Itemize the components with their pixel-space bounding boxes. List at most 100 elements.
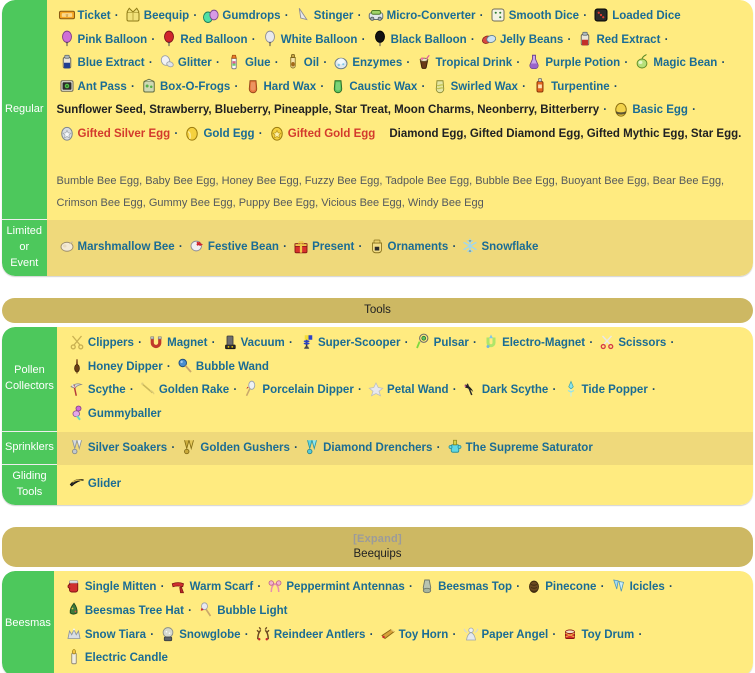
item-link[interactable]: Ant Pass [78, 81, 127, 93]
item-link[interactable]: Clippers [88, 337, 134, 349]
item-link[interactable]: Toy Drum [581, 629, 634, 641]
item-link[interactable]: Red Balloon [180, 34, 247, 46]
item-link[interactable]: Gummyballer [88, 408, 162, 420]
separator-dot: · [230, 384, 241, 397]
item-link[interactable]: Beesmas Tree Hat [85, 605, 184, 617]
item-link[interactable]: Magic Bean [653, 57, 717, 69]
navbox-tools: Tools Pollen Collectors Clippers · Magnet … [2, 297, 753, 506]
item-link[interactable]: Glitter [178, 57, 212, 69]
item-link[interactable]: Golden Gushers [200, 442, 289, 454]
item-entry: Warm Scarf [169, 581, 254, 594]
item-link[interactable]: Micro-Converter [387, 10, 476, 22]
item-link[interactable]: Stinger [314, 10, 354, 22]
item-link[interactable]: Vacuum [241, 337, 285, 349]
item-entry: Marshmallow Bee [57, 241, 175, 253]
item-link[interactable]: Beesmas Top [438, 581, 512, 593]
expand-toggle[interactable]: [Expand] [10, 532, 745, 547]
item-link[interactable]: Diamond Drenchers [323, 442, 432, 454]
item-link[interactable]: Marshmallow Bee [78, 241, 175, 253]
item-entry: Purple Potion [524, 54, 620, 70]
item-link[interactable]: Warm Scarf [190, 581, 254, 593]
item-link[interactable]: The Supreme Saturator [466, 442, 593, 454]
item-link[interactable]: Ticket [78, 10, 111, 22]
item-link[interactable]: Turpentine [551, 81, 610, 93]
item-link[interactable]: Present [312, 241, 354, 253]
separator-dot: · [467, 33, 478, 46]
item-link[interactable]: Electro-Magnet [502, 337, 585, 349]
item-entry: Caustic Wax [328, 79, 417, 93]
item-link[interactable]: Tide Popper [582, 384, 648, 396]
item-link[interactable]: Super-Scooper [318, 337, 400, 349]
item-link[interactable]: Porcelain Dipper [262, 384, 353, 396]
item-link[interactable]: Honey Dipper [88, 361, 163, 373]
item-link[interactable]: Basic Egg [632, 104, 688, 116]
item-entry: Glider [67, 478, 121, 490]
item-link[interactable]: Bubble Wand [196, 361, 269, 373]
item-link[interactable]: Caustic Wax [349, 81, 417, 93]
item-line: Snow Tiara · Snowglobe · Reindeer Antler… [64, 624, 746, 671]
item-entry: U Ticket [57, 10, 111, 22]
item-link[interactable]: Gold Egg [203, 128, 254, 140]
item-link[interactable]: Snow Tiara [85, 629, 146, 641]
item-link[interactable]: Pinecone [545, 581, 596, 593]
dark-scythe-icon [462, 380, 480, 398]
item-link[interactable]: Peppermint Antennas [286, 581, 404, 593]
item-link[interactable]: Gumdrops [222, 10, 280, 22]
item-link[interactable]: Single Mitten [85, 581, 157, 593]
item-link[interactable]: Golden Rake [159, 384, 229, 396]
item-link[interactable]: Beequip [144, 10, 189, 22]
item-link[interactable]: Black Balloon [391, 34, 467, 46]
item-link[interactable]: Oil [304, 57, 319, 69]
item-link[interactable]: Magnet [167, 337, 207, 349]
item-link[interactable]: Bubble Light [217, 605, 287, 617]
item-link[interactable]: Box-O-Frogs [160, 81, 230, 93]
separator-dot: · [401, 337, 412, 350]
pinecone-icon [525, 577, 543, 595]
row-label-sprinklers: Sprinklers [2, 431, 57, 466]
item-link[interactable]: Icicles [630, 581, 665, 593]
item-link[interactable]: Glue [245, 57, 271, 69]
item-link[interactable]: Dark Scythe [482, 384, 548, 396]
item-link[interactable]: Petal Wand [387, 384, 449, 396]
item-link[interactable]: Scythe [88, 384, 126, 396]
item-link[interactable]: Blue Extract [78, 57, 145, 69]
item-link[interactable]: Smooth Dice [509, 10, 579, 22]
item-entry: Pink Balloon [57, 30, 148, 46]
item-link[interactable]: Ornaments [388, 241, 449, 253]
item-entry: White Balloon [260, 30, 358, 46]
item-link[interactable]: Red Extract [596, 34, 660, 46]
item-link[interactable]: Toy Horn [399, 629, 449, 641]
item-link[interactable]: Glider [88, 478, 121, 490]
item-entry: Pulsar [413, 333, 469, 349]
item-link[interactable]: Jelly Beans [500, 34, 563, 46]
petal-wand-icon [367, 380, 385, 398]
item-link[interactable]: Reindeer Antlers [274, 629, 366, 641]
item-link[interactable]: Snowflake [481, 241, 538, 253]
item-link[interactable]: Hard Wax [264, 81, 317, 93]
separator-dot: · [208, 337, 219, 350]
item-link[interactable]: Electric Candle [85, 652, 168, 664]
item-link[interactable]: Purple Potion [545, 57, 620, 69]
item-link[interactable]: Snowglobe [179, 629, 240, 641]
diamond-drenchers-icon [303, 438, 321, 456]
item-link[interactable]: Enzymes [352, 57, 402, 69]
item-link[interactable]: Silver Soakers [88, 442, 167, 454]
item-link[interactable]: Scissors [618, 337, 666, 349]
item-link[interactable]: Tropical Drink [435, 57, 512, 69]
item-link[interactable]: Gifted Silver Egg [78, 128, 171, 140]
item-link[interactable]: Paper Angel [482, 629, 549, 641]
item-link[interactable]: Swirled Wax [451, 81, 518, 93]
item-entry: Gifted Silver Egg [57, 126, 171, 141]
navbox-table-wrap-items: Regular U Ticket · Beequip · Gumdrops · St… [2, 0, 753, 276]
warm-scarf-icon [170, 577, 188, 595]
item-link[interactable]: Gifted Gold Egg [288, 128, 376, 140]
separator-dot: · [621, 57, 632, 70]
glider-icon [68, 474, 86, 492]
item-link[interactable]: Festive Bean [208, 241, 279, 253]
item-link[interactable]: Pulsar [434, 337, 469, 349]
item-line: Scythe · Golden Rake · Porcelain Dipper … [67, 379, 746, 426]
item-link[interactable]: Pink Balloon [78, 34, 148, 46]
item-entry: Pinecone [524, 581, 596, 593]
item-link[interactable]: Loaded Dice [612, 10, 680, 22]
item-link[interactable]: White Balloon [281, 34, 358, 46]
